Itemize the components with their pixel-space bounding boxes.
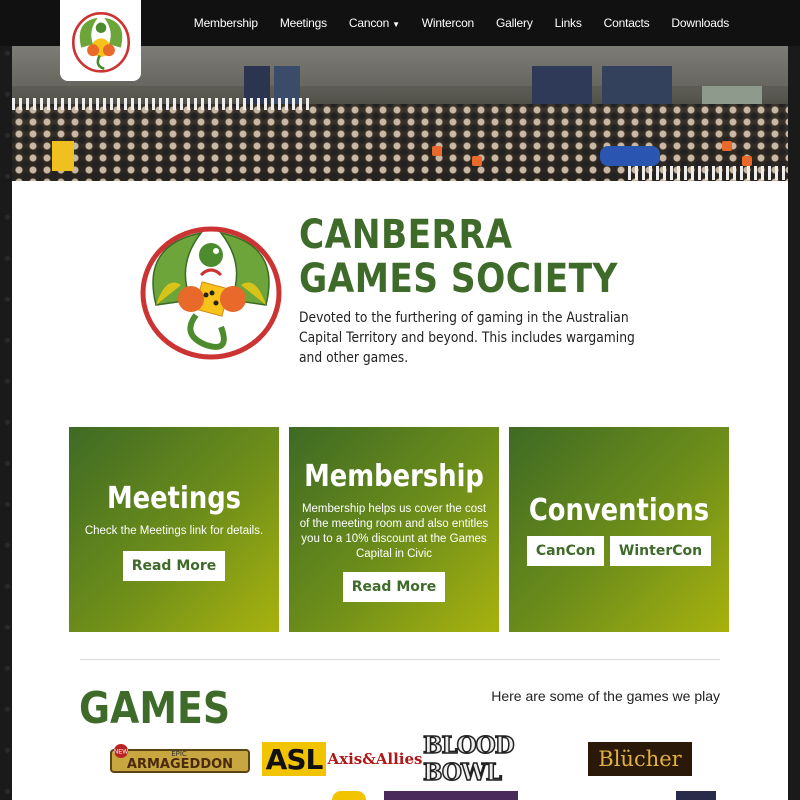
nav-item-wintercon[interactable]: Wintercon [411, 16, 485, 30]
nav-item-meetings[interactable]: Meetings [269, 16, 338, 30]
section-divider [80, 659, 720, 660]
game-logo-blucher[interactable]: Blücher [588, 742, 692, 776]
nav-menu: Membership Meetings Cancon ▼ Wintercon Ga… [183, 0, 740, 46]
cancon-button[interactable]: CanCon [526, 536, 605, 566]
site-title: CANBERRA GAMES SOCIETY [299, 213, 643, 301]
meetings-card-text: Check the Meetings link for details. [84, 525, 264, 537]
blood-bowl-logo-text: BLOOD BOWL [422, 731, 515, 787]
site-logo[interactable] [60, 0, 141, 81]
games-heading: GAMES [79, 683, 231, 734]
game-logo-partial [384, 791, 518, 800]
game-logo-blood-bowl[interactable]: BLOOD BOWL [422, 731, 577, 787]
game-logo-asl[interactable]: ASL [262, 742, 326, 776]
game-logo-axis-allies[interactable]: Axis&Allies [328, 742, 423, 776]
meetings-card-title: Meetings [106, 481, 242, 516]
conventions-card: Conventions CanCon WinterCon [509, 427, 729, 632]
main-content: CANBERRA GAMES SOCIETY Devoted to the fu… [12, 181, 788, 800]
game-logo-partial [676, 791, 716, 800]
meetings-read-more-button[interactable]: Read More [122, 551, 226, 581]
wintercon-button[interactable]: WinterCon [609, 536, 712, 566]
armageddon-logo-text: ARMAGEDDON [127, 757, 233, 772]
axis-allies-logo-text: Axis&Allies [327, 750, 423, 768]
nav-item-downloads[interactable]: Downloads [660, 16, 740, 30]
blucher-logo-text: Blücher [598, 747, 682, 771]
membership-card-text: Membership helps us cover the cost of th… [299, 503, 489, 560]
meetings-card: Meetings Check the Meetings link for det… [69, 427, 279, 632]
caret-down-icon: ▼ [392, 20, 400, 29]
games-subheading: Here are some of the games we play [491, 688, 720, 704]
dragon-logo-icon [71, 11, 130, 73]
nav-item-cancon[interactable]: Cancon ▼ [338, 16, 411, 30]
nav-item-contacts[interactable]: Contacts [593, 16, 661, 30]
site-title-line1: CANBERRA [299, 212, 513, 258]
nav-item-membership[interactable]: Membership [183, 16, 269, 30]
nav-item-gallery[interactable]: Gallery [485, 16, 544, 30]
dragon-emblem-icon [140, 226, 282, 360]
membership-card: Membership Membership helps us cover the… [289, 427, 499, 632]
armageddon-badge-text: NEW [114, 750, 128, 756]
membership-read-more-button[interactable]: Read More [342, 572, 446, 602]
game-logo-armageddon[interactable]: NEW EPIC ARMAGEDDON [109, 742, 251, 776]
site-tagline: Devoted to the furthering of gaming in t… [299, 310, 635, 366]
site-title-line2: GAMES SOCIETY [299, 256, 618, 302]
top-navbar: Membership Meetings Cancon ▼ Wintercon Ga… [0, 0, 800, 81]
game-logo-partial [332, 791, 366, 800]
membership-card-title: Membership [304, 459, 484, 494]
asl-logo-text: ASL [265, 742, 324, 776]
nav-item-links[interactable]: Links [544, 16, 593, 30]
conventions-card-title: Conventions [528, 493, 710, 528]
